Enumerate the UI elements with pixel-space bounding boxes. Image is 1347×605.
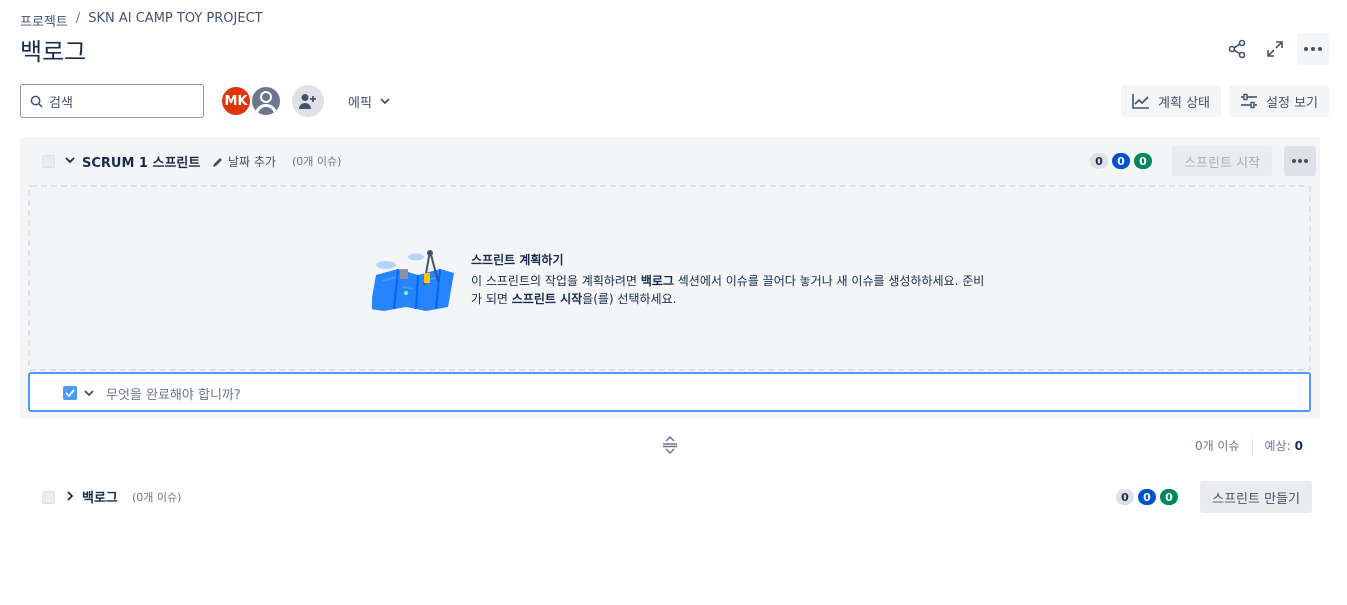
add-people-button[interactable]: [292, 85, 324, 117]
chart-line-icon: [1132, 94, 1150, 109]
breadcrumb: 프로젝트 / SKN AI CAMP TOY PROJECT: [20, 11, 263, 30]
avatar-user[interactable]: [250, 85, 282, 117]
plan-status-button[interactable]: 계획 상태: [1121, 85, 1222, 117]
start-sprint-button[interactable]: 스프린트 시작: [1172, 146, 1272, 176]
more-actions-button[interactable]: [1297, 33, 1329, 65]
todo-count-badge: 0: [1116, 489, 1134, 505]
add-user-icon: [299, 94, 316, 109]
create-issue-placeholder: 무엇을 완료해야 합니까?: [106, 388, 241, 403]
sprint-container: SCRUM 1 스프린트 날짜 추가 (0개 이슈) 0 0 0 스프린트 시작: [20, 137, 1320, 419]
avatar-mk[interactable]: MK: [220, 85, 252, 117]
in-progress-count-badge: 0: [1138, 489, 1156, 505]
add-date-button[interactable]: 날짜 추가: [212, 153, 276, 170]
check-icon: [65, 389, 75, 397]
create-sprint-button[interactable]: 스프린트 만들기: [1200, 481, 1312, 513]
empty-body-text-1: 이 스프린트의 작업을 계획하려면: [471, 274, 641, 288]
chevron-down-icon[interactable]: [65, 157, 75, 164]
sprint-status-counters: 0 0 0: [1090, 153, 1152, 169]
summary-divider: [1251, 437, 1253, 454]
chevron-down-icon[interactable]: [84, 386, 94, 400]
view-settings-label: 설정 보기: [1266, 95, 1318, 111]
search-icon: [30, 95, 43, 108]
ellipsis-icon: [1292, 159, 1308, 163]
share-button[interactable]: [1221, 33, 1253, 65]
backlog-toolbar: 검색 MK 에픽 계획 상태 설정 보기: [20, 84, 1329, 118]
epic-filter-label: 에픽: [348, 95, 372, 111]
estimate-value: 0: [1294, 438, 1303, 453]
empty-sprint-body: 이 스프린트의 작업을 계획하려면 백로그 섹션에서 이슈를 끌어다 놓거나 새…: [471, 272, 991, 308]
sprint-header: SCRUM 1 스프린트 날짜 추가 (0개 이슈) 0 0 0 스프린트 시작: [20, 137, 1320, 185]
empty-body-bold-backlog: 백로그: [640, 274, 674, 288]
ellipsis-icon: [1304, 47, 1322, 51]
backlog-status-counters: 0 0 0: [1116, 489, 1178, 505]
sprint-select-checkbox[interactable]: [42, 155, 55, 168]
backlog-section-header: 백로그 (0개 이슈) 0 0 0 스프린트 만들기: [20, 480, 1320, 514]
pencil-icon: [213, 157, 222, 167]
empty-body-bold-start: 스프린트 시작: [511, 292, 583, 306]
settings-sliders-icon: [1241, 93, 1258, 109]
summary-issue-count: 0개 이슈: [1194, 439, 1240, 453]
empty-body-text-3: 을(를) 선택하세요.: [582, 292, 677, 306]
empty-sprint-title: 스프린트 계획하기: [471, 253, 564, 267]
view-settings-button[interactable]: 설정 보기: [1229, 85, 1329, 117]
plan-status-label: 계획 상태: [1158, 95, 1211, 111]
create-issue-input[interactable]: 무엇을 완료해야 합니까?: [28, 372, 1311, 412]
estimate-label: 예상:: [1264, 439, 1291, 453]
share-icon: [1228, 39, 1246, 59]
sprint-name: SCRUM 1 스프린트: [82, 156, 201, 171]
issue-type-task-checkbox[interactable]: [63, 386, 77, 400]
page-actions: [1221, 33, 1329, 65]
breadcrumb-project-link[interactable]: SKN AI CAMP TOY PROJECT: [88, 11, 262, 30]
sprint-summary: 0개 이슈 예상: 0: [1195, 437, 1303, 454]
in-progress-count-badge: 0: [1112, 153, 1130, 169]
toolbar-right-actions: 계획 상태 설정 보기: [1121, 85, 1329, 117]
user-icon: [255, 91, 277, 115]
done-count-badge: 0: [1134, 153, 1152, 169]
chevron-down-icon: [380, 97, 390, 104]
backlog-name: 백로그: [82, 491, 118, 506]
sprint-more-button[interactable]: [1284, 146, 1316, 176]
add-date-label: 날짜 추가: [228, 155, 276, 169]
chevron-right-icon[interactable]: [67, 491, 74, 501]
breadcrumb-projects-link[interactable]: 프로젝트: [20, 11, 68, 30]
search-placeholder: 검색: [49, 95, 73, 111]
epic-filter-dropdown[interactable]: 에픽: [348, 84, 390, 118]
resize-handle-icon[interactable]: [662, 436, 678, 454]
backlog-issue-count: (0개 이슈): [132, 491, 182, 504]
sprint-planning-illustration: [372, 250, 454, 311]
breadcrumb-separator: /: [75, 11, 81, 26]
sprint-empty-dropzone: 스프린트 계획하기 이 스프린트의 작업을 계획하려면 백로그 섹션에서 이슈를…: [28, 185, 1311, 371]
expand-icon: [1267, 41, 1283, 57]
todo-count-badge: 0: [1090, 153, 1108, 169]
done-count-badge: 0: [1160, 489, 1178, 505]
page-title: 백로그: [20, 38, 87, 66]
sprint-issue-count: (0개 이슈): [292, 155, 342, 168]
fullscreen-button[interactable]: [1259, 33, 1291, 65]
search-input[interactable]: 검색: [20, 84, 204, 118]
backlog-select-checkbox[interactable]: [42, 491, 55, 504]
